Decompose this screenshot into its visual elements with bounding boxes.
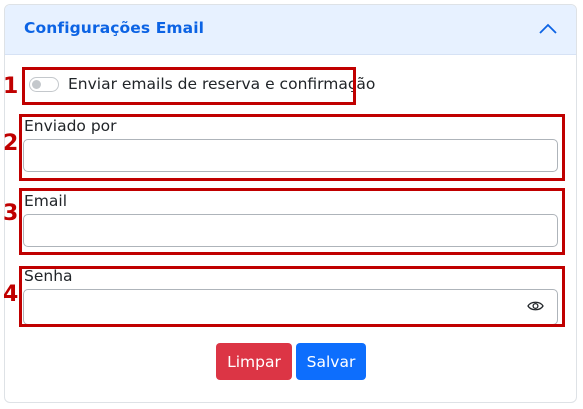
- chevron-up-icon[interactable]: [538, 22, 558, 36]
- annotation-number-4: 4: [3, 282, 19, 307]
- annotation-number-3: 3: [3, 201, 19, 226]
- panel-title: Configurações Email: [24, 19, 205, 37]
- clear-button[interactable]: Limpar: [216, 343, 292, 380]
- save-button[interactable]: Salvar: [296, 343, 366, 380]
- annotation-number-2: 2: [3, 131, 19, 156]
- annotation-box-1: [22, 67, 356, 105]
- annotation-box-3: [19, 188, 565, 255]
- annotation-number-1: 1: [3, 74, 19, 99]
- panel-header[interactable]: Configurações Email: [5, 5, 576, 55]
- annotation-box-2: [19, 114, 565, 181]
- annotation-box-4: [19, 266, 565, 327]
